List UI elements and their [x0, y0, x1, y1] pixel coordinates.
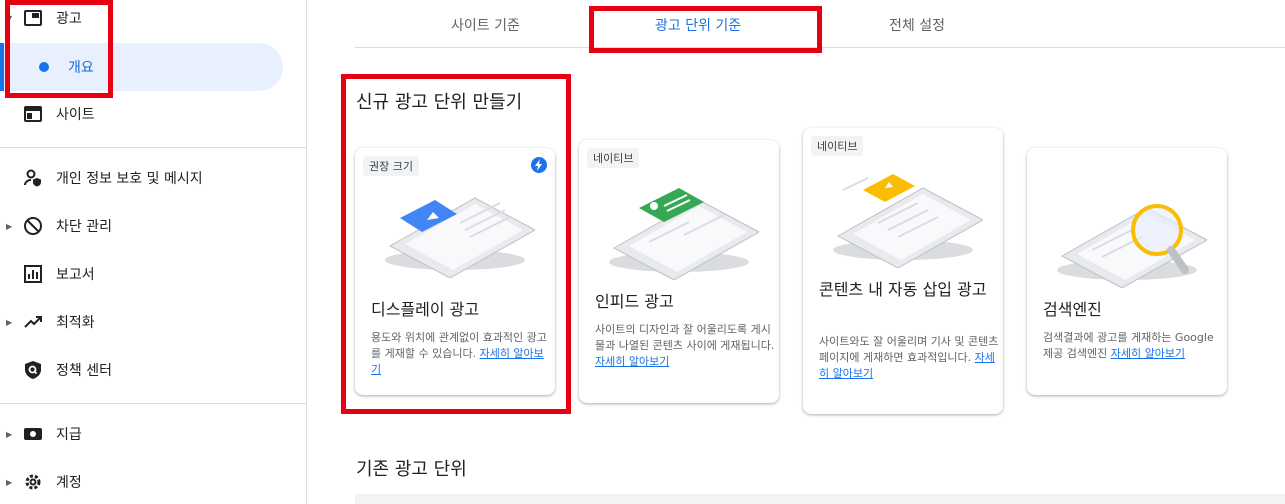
in-article-ad-illustration: [833, 174, 983, 268]
site-icon: [22, 103, 44, 125]
sidebar-item-payments[interactable]: ▶ 지급: [0, 410, 300, 458]
expand-arrow-icon[interactable]: ▶: [6, 222, 12, 231]
sidebar-item-privacy[interactable]: 개인 정보 보호 및 메시지: [0, 154, 300, 202]
payment-icon: [22, 423, 44, 445]
sidebar-item-label: 개인 정보 보호 및 메시지: [56, 171, 203, 187]
in-feed-ad-card[interactable]: 네이티브 인피드 광고 사이트의 디자인과 잘 어울리도록 게시물과 나열된 콘…: [579, 140, 779, 403]
in-feed-ad-illustration: [609, 188, 759, 280]
card-title: 콘텐츠 내 자동 삽입 광고: [819, 280, 987, 299]
card-description-text: 사이트와도 잘 어울리며 기사 및 콘텐츠 페이지에 게재하면 효과적입니다.: [819, 335, 999, 364]
sidebar-divider: [0, 403, 307, 404]
native-chip: 네이티브: [587, 148, 640, 168]
existing-ad-units-table: [355, 494, 1285, 504]
search-engine-illustration: [1057, 204, 1207, 288]
learn-more-link[interactable]: 자세히 알아보기: [595, 355, 669, 368]
card-description: 사이트와도 잘 어울리며 기사 및 콘텐츠 페이지에 게재하면 효과적입니다. …: [819, 334, 999, 382]
tab-by-site[interactable]: 사이트 기준: [451, 15, 520, 35]
report-icon: [22, 263, 44, 285]
tab-global-settings[interactable]: 전체 설정: [889, 15, 945, 35]
adsense-app: ▼ 광고 개요 사이트 개인 정보 보호 및 메시지 ▶ 차단 관리 보고서 ▶…: [0, 0, 1285, 504]
highlight-box-sidebar: [5, 0, 113, 98]
privacy-icon: [22, 167, 44, 189]
card-title: 인피드 광고: [595, 292, 674, 311]
learn-more-link[interactable]: 자세히 알아보기: [1111, 347, 1185, 360]
gear-icon: [22, 471, 44, 493]
sidebar-item-label: 차단 관리: [56, 219, 112, 235]
card-description-text: 사이트의 디자인과 잘 어울리도록 게시물과 나열된 콘텐츠 사이에 게재됩니다…: [595, 323, 775, 352]
sidebar-divider: [0, 147, 307, 148]
sidebar-item-reports[interactable]: 보고서: [0, 250, 300, 298]
existing-ad-units-title: 기존 광고 단위: [356, 459, 467, 480]
card-description: 검색결과에 광고를 게재하는 Google 제공 검색엔진 자세히 알아보기: [1043, 330, 1223, 362]
sidebar-item-optimization[interactable]: ▶ 최적화: [0, 298, 300, 346]
shield-icon: [22, 359, 44, 381]
sidebar-item-label: 사이트: [56, 107, 95, 123]
sidebar-item-label: 계정: [56, 475, 82, 491]
sidebar-item-label: 지급: [56, 427, 82, 443]
native-chip: 네이티브: [811, 136, 864, 156]
search-engine-ad-card[interactable]: 검색엔진 검색결과에 광고를 게재하는 Google 제공 검색엔진 자세히 알…: [1027, 148, 1227, 395]
expand-arrow-icon[interactable]: ▶: [6, 318, 12, 327]
card-title: 검색엔진: [1043, 300, 1102, 319]
trending-icon: [22, 311, 44, 333]
sidebar-item-blocking[interactable]: ▶ 차단 관리: [0, 202, 300, 250]
active-indicator: [0, 43, 4, 91]
highlight-box-display-card: [341, 74, 571, 414]
block-icon: [22, 215, 44, 237]
sidebar-item-policy[interactable]: 정책 센터: [0, 346, 300, 394]
in-article-ad-card[interactable]: 네이티브 콘텐츠 내 자동 삽입 광고 사이트와도 잘 어울리며 기사 및 콘텐…: [803, 128, 1003, 414]
highlight-box-tab: [589, 6, 822, 53]
expand-arrow-icon[interactable]: ▶: [6, 478, 12, 487]
sidebar-item-label: 보고서: [56, 267, 95, 283]
sidebar-item-account[interactable]: ▶ 계정: [0, 458, 300, 504]
expand-arrow-icon[interactable]: ▶: [6, 430, 12, 439]
card-description: 사이트의 디자인과 잘 어울리도록 게시물과 나열된 콘텐츠 사이에 게재됩니다…: [595, 322, 775, 370]
sidebar-item-label: 정책 센터: [56, 363, 112, 379]
sidebar-item-label: 최적화: [56, 315, 95, 331]
